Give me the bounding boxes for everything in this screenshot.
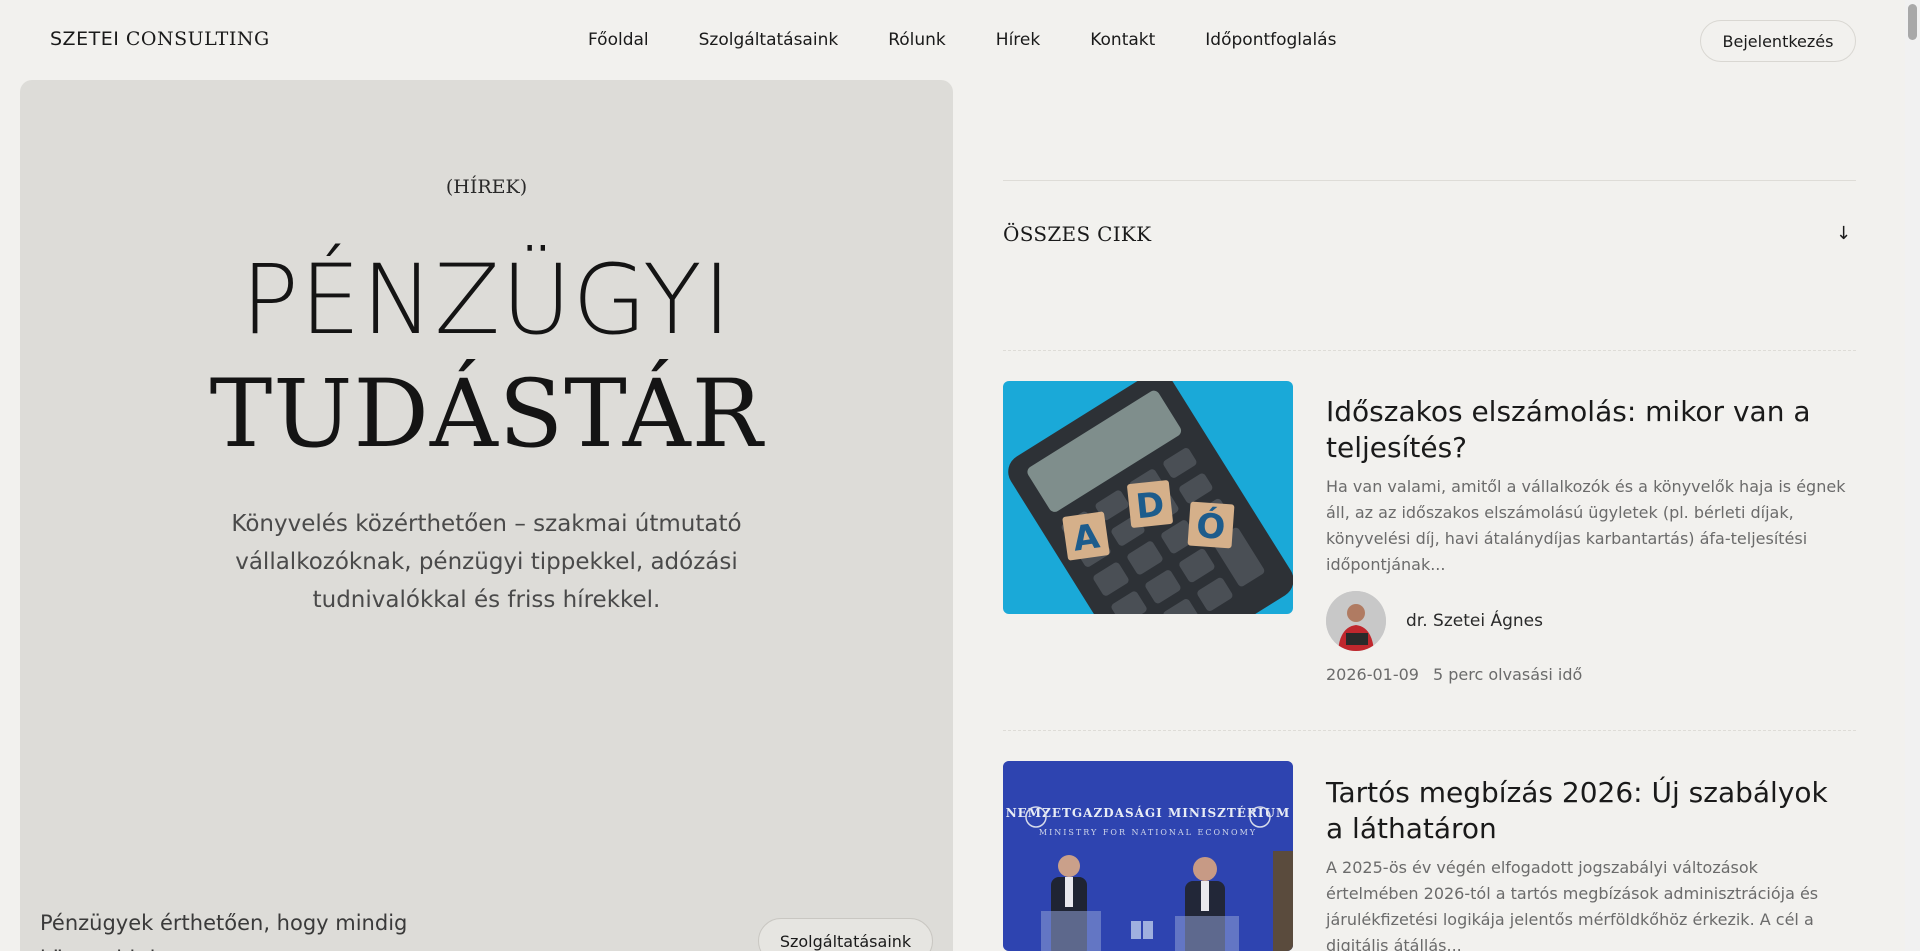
divider-dashed-1 [1003, 350, 1856, 351]
calculator-illustration: A D Ó [1003, 381, 1293, 614]
hero-bottom-text: Pénzügyek érthetően, hogy mindig könnyeb… [40, 911, 408, 951]
login-button[interactable]: Bejelentkezés [1700, 20, 1856, 62]
nav-item-news[interactable]: Hírek [996, 30, 1040, 50]
author-name: dr. Szetei Ágnes [1406, 611, 1543, 631]
hero-kicker: (HÍREK) [445, 176, 528, 198]
services-button[interactable]: Szolgáltatásaink [758, 918, 933, 951]
nav-item-contact[interactable]: Kontakt [1090, 30, 1155, 50]
avatar-image [1326, 591, 1386, 651]
brand-part2: CONSULTING [125, 28, 270, 50]
nav-item-home[interactable]: Főoldal [588, 30, 649, 50]
author-avatar [1326, 591, 1386, 651]
read-time: 5 perc olvasási idő [1432, 665, 1583, 684]
article-title[interactable]: Tartós megbízás 2026: Új szabályok a lát… [1326, 775, 1846, 847]
main-nav: Főoldal Szolgáltatásaink Rólunk Hírek Ko… [588, 30, 1336, 50]
article-date: 2026-01-09 [1326, 665, 1419, 684]
page-scrollbar[interactable] [1905, 0, 1920, 951]
article-meta: 2026-01-09 5 perc olvasási idő [1326, 665, 1582, 684]
hero-panel: (HÍREK) PÉNZÜGYI TUDÁSTÁR Könyvelés közé… [20, 80, 953, 951]
brand-logo[interactable]: SZETEI CONSULTING [50, 28, 270, 50]
divider-dashed-2 [1003, 730, 1856, 731]
article-excerpt: A 2025-ös év végén elfogadott jogszabály… [1326, 858, 1819, 951]
brand-part1: SZETEI [50, 28, 120, 50]
sign-line2: MINISTRY FOR NATIONAL ECONOMY [1039, 828, 1257, 837]
all-articles-toggle[interactable]: ÖSSZES CIKK [1003, 222, 1151, 246]
nav-item-services[interactable]: Szolgáltatásaink [699, 30, 839, 50]
block-letter-o: Ó [1195, 505, 1227, 548]
hero-title-line2: TUDÁSTÁR [209, 360, 764, 469]
article-excerpt: Ha van valami, amitől a vállalkozók és a… [1326, 477, 1846, 574]
hero-title-line1: PÉNZÜGYI [241, 244, 732, 356]
sign-line1: NEMZETGAZDASÁGI MINISZTÉRIUM [1006, 805, 1291, 820]
hero-subtitle: Könyvelés közérthetően – szakmai útmutat… [231, 511, 742, 613]
nav-item-booking[interactable]: Időpontfoglalás [1205, 30, 1336, 50]
article-image-ministry[interactable]: NEMZETGAZDASÁGI MINISZTÉRIUM MINISTRY FO… [1003, 761, 1293, 951]
site-header: SZETEI CONSULTING Főoldal Szolgáltatásai… [0, 0, 1905, 80]
article-image-calculator[interactable]: A D Ó [1003, 381, 1293, 614]
ministry-photo: NEMZETGAZDASÁGI MINISZTÉRIUM MINISTRY FO… [1003, 761, 1293, 951]
scrollbar-thumb[interactable] [1908, 4, 1917, 40]
article-title[interactable]: Időszakos elszámolás: mikor van a teljes… [1326, 394, 1846, 466]
block-letter-d: D [1134, 485, 1166, 528]
divider-top [1003, 180, 1856, 181]
nav-item-about[interactable]: Rólunk [888, 30, 946, 50]
arrow-down-icon[interactable]: ↓ [1836, 223, 1851, 244]
